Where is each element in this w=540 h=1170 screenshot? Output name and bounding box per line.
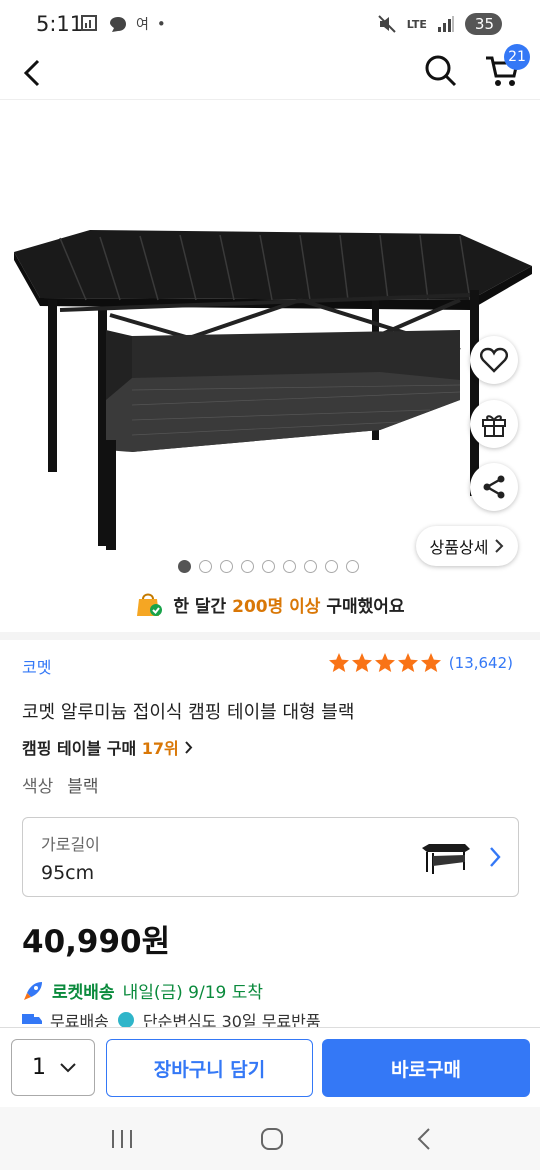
section-divider [0, 632, 540, 640]
star-icon [351, 653, 372, 672]
carousel-dot[interactable] [178, 560, 191, 573]
chat-icon [110, 17, 126, 32]
rocket-delivery-info: 로켓배송 내일(금) 9/19 도착 [22, 978, 263, 1003]
buy-now-button[interactable]: 바로구매 [322, 1039, 530, 1097]
status-right-icons: LTE 35 [377, 13, 502, 35]
color-option: 색상 블랙 [22, 772, 99, 797]
signal-icon [437, 16, 454, 32]
carousel-dot[interactable] [283, 560, 296, 573]
carousel-dot[interactable] [304, 560, 317, 573]
quantity-value: 1 [32, 1055, 46, 1080]
color-value: 블랙 [67, 777, 99, 797]
carousel-dot[interactable] [241, 560, 254, 573]
cart-count-badge: 21 [504, 44, 530, 70]
carousel-dot[interactable] [262, 560, 275, 573]
carousel-indicator [178, 560, 359, 573]
product-image-carousel[interactable] [0, 100, 540, 580]
rating[interactable]: (13,642) [328, 652, 513, 674]
product-detail-label: 상품상세 [429, 538, 489, 557]
chevron-right-icon [495, 539, 504, 553]
carousel-dot[interactable] [220, 560, 233, 573]
share-icon [483, 475, 505, 499]
status-time: 5:11 [36, 12, 84, 36]
review-count: (13,642) [448, 654, 513, 672]
chevron-right-icon [185, 741, 193, 754]
status-left-icons: 여 • [80, 14, 166, 34]
dot-icon: • [156, 15, 166, 33]
quantity-select[interactable]: 1 [11, 1039, 95, 1096]
truck-icon [22, 1014, 42, 1024]
return-icon [117, 1012, 134, 1028]
banner-prefix: 한 달간 [173, 597, 233, 617]
shopping-bag-icon [137, 593, 163, 616]
wishlist-button[interactable] [470, 336, 518, 384]
heart-icon [480, 347, 508, 373]
star-icon [420, 653, 441, 672]
color-label: 색상 [22, 777, 54, 797]
shipping-info: 무료배송 단순변심도 30일 무료반품 [22, 1012, 321, 1028]
search-icon[interactable] [424, 54, 458, 88]
home-icon[interactable] [260, 1127, 284, 1151]
product-title: 코멧 알루미늄 접이식 캠핑 테이블 대형 블랙 [22, 702, 355, 723]
star-icon [328, 653, 349, 672]
voip-icon [81, 15, 97, 31]
recent-apps-icon[interactable] [110, 1129, 134, 1149]
star-icon [397, 653, 418, 672]
lte-icon: LTE [406, 17, 427, 31]
top-nav [0, 48, 540, 100]
battery-indicator: 35 [464, 13, 502, 35]
chevron-down-icon [60, 1062, 76, 1072]
banner-suffix: 구매했어요 [320, 597, 405, 617]
free-shipping: 무료배송 [50, 1012, 109, 1028]
mute-icon [377, 15, 396, 33]
purchase-count-banner: 한 달간 200명 이상 구매했어요 [0, 590, 540, 618]
product-detail-button[interactable]: 상품상세 [416, 526, 518, 566]
size-option-selector[interactable]: 가로길이 95cm [22, 817, 519, 897]
gift-icon [482, 415, 506, 437]
carousel-dot[interactable] [199, 560, 212, 573]
bottom-action-bar: 1 장바구니 담기 바로구매 [0, 1027, 540, 1107]
rank-number: 17위 [141, 739, 179, 758]
status-bar: 5:11 여 • LTE 35 [0, 0, 540, 50]
option-label: 가로길이 [41, 835, 100, 854]
option-value: 95cm [41, 862, 95, 884]
chevron-right-icon [490, 847, 501, 867]
back-arrow-icon[interactable] [20, 58, 46, 88]
gift-button[interactable] [470, 400, 518, 448]
nav-back-icon[interactable] [416, 1127, 432, 1151]
carousel-dot[interactable] [325, 560, 338, 573]
share-button[interactable] [470, 463, 518, 511]
banner-highlight: 200명 이상 [232, 597, 321, 617]
carousel-dot[interactable] [346, 560, 359, 573]
data-icon: 여 [136, 17, 149, 33]
star-icon [374, 653, 395, 672]
system-nav-bar [0, 1107, 540, 1170]
rocket-badge: 로켓배송 [52, 983, 115, 1003]
add-to-cart-button[interactable]: 장바구니 담기 [106, 1039, 313, 1097]
free-return: 단순변심도 30일 무료반품 [142, 1012, 321, 1028]
product-price: 40,990원 [22, 924, 171, 960]
rank-label: 캠핑 테이블 구매 [22, 739, 137, 758]
product-image [14, 230, 532, 550]
category-rank[interactable]: 캠핑 테이블 구매 17위 [22, 735, 193, 759]
option-thumbnail [422, 844, 470, 874]
brand-link[interactable]: 코멧 [22, 654, 51, 678]
rocket-icon [24, 981, 42, 1000]
delivery-date: 내일(금) 9/19 도착 [122, 983, 264, 1003]
rating-stars [328, 652, 442, 674]
